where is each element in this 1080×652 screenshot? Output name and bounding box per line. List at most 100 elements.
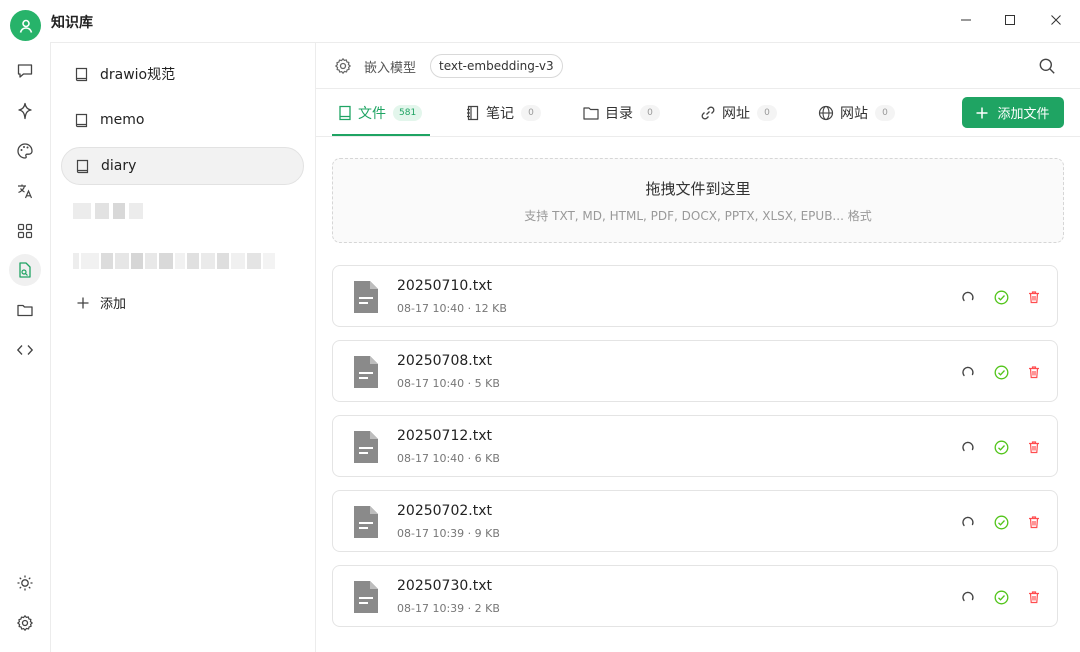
drop-zone-subtitle: 支持 TXT, MD, HTML, PDF, DOCX, PPTX, XLSX,…: [524, 209, 872, 223]
trash-icon: [1029, 441, 1039, 454]
nav-files[interactable]: [9, 294, 41, 326]
minimize-icon: [961, 19, 971, 21]
nav-chat[interactable]: [9, 55, 41, 87]
text-file-icon: [354, 581, 378, 613]
add-file-label: 添加文件: [997, 107, 1050, 122]
status-success-button[interactable]: [992, 288, 1010, 306]
nav-paint[interactable]: [9, 135, 41, 167]
file-card[interactable]: 20250708.txt 08-17 10:40 · 5 KB: [332, 340, 1058, 402]
file-meta: 08-17 10:40 · 6 KB: [397, 452, 500, 465]
check-circle-icon: [994, 590, 1008, 604]
delete-button[interactable]: [1025, 513, 1043, 531]
add-file-button[interactable]: 添加文件: [962, 97, 1064, 128]
refresh-button[interactable]: [959, 513, 977, 531]
refresh-button[interactable]: [959, 288, 977, 306]
sun-icon: [17, 575, 33, 591]
avatar[interactable]: [10, 10, 41, 41]
file-meta: 08-17 10:40 · 12 KB: [397, 302, 507, 315]
refresh-button[interactable]: [959, 438, 977, 456]
search-icon[interactable]: [1038, 57, 1056, 75]
delete-button[interactable]: [1025, 363, 1043, 381]
status-success-button[interactable]: [992, 363, 1010, 381]
delete-button[interactable]: [1025, 288, 1043, 306]
tab-count-badge: 0: [640, 105, 660, 121]
tab-label: 笔记: [486, 106, 514, 122]
text-file-icon: [354, 431, 378, 463]
file-drop-zone[interactable]: 拖拽文件到这里 支持 TXT, MD, HTML, PDF, DOCX, PPT…: [332, 158, 1064, 243]
notebook-icon: [466, 105, 480, 121]
settings-button[interactable]: [9, 607, 41, 639]
kb-item-label: memo: [100, 112, 145, 128]
kb-item-diary[interactable]: diary: [61, 147, 304, 185]
status-success-button[interactable]: [992, 588, 1010, 606]
nav-code[interactable]: [9, 334, 41, 366]
close-button[interactable]: [1043, 7, 1069, 33]
trash-icon: [1029, 591, 1039, 604]
refresh-icon: [962, 591, 974, 602]
folder-icon: [17, 304, 33, 317]
tab-files[interactable]: 文件 581: [338, 89, 423, 137]
tab-count-badge: 581: [393, 105, 423, 121]
trash-icon: [1029, 366, 1039, 379]
app-window: 知识库 drawio规范 memo diary 添加 嵌入模型 text-emb…: [0, 0, 1080, 652]
active-tab-indicator: [332, 134, 430, 136]
user-icon: [19, 19, 32, 33]
kb-item-redacted[interactable]: [73, 203, 143, 219]
check-circle-icon: [994, 440, 1008, 454]
refresh-button[interactable]: [959, 363, 977, 381]
nav-translate[interactable]: [9, 175, 41, 207]
tab-urls[interactable]: 网址 0: [700, 89, 777, 137]
refresh-icon: [962, 441, 974, 452]
kb-item-drawio[interactable]: drawio规范: [61, 55, 304, 93]
kb-item-label: drawio规范: [100, 67, 176, 83]
maximize-icon: [1005, 15, 1015, 25]
kb-item-redacted[interactable]: [73, 253, 275, 269]
palette-icon: [17, 143, 33, 159]
book-icon: [75, 112, 89, 128]
tab-label: 文件: [358, 106, 386, 122]
nav-knowledge[interactable]: [9, 254, 41, 286]
delete-button[interactable]: [1025, 438, 1043, 456]
file-name: 20250708.txt: [397, 353, 492, 369]
tab-notes[interactable]: 笔记 0: [466, 89, 541, 137]
sparkle-icon: [18, 102, 32, 120]
tab-label: 网址: [722, 106, 750, 122]
app-title: 知识库: [51, 15, 93, 31]
file-name: 20250730.txt: [397, 578, 492, 594]
tab-directories[interactable]: 目录 0: [583, 89, 660, 137]
refresh-icon: [962, 516, 974, 527]
nav-assistant[interactable]: [9, 95, 41, 127]
file-card[interactable]: 20250730.txt 08-17 10:39 · 2 KB: [332, 565, 1058, 627]
file-icon: [338, 105, 352, 121]
tab-websites[interactable]: 网站 0: [818, 89, 895, 137]
check-circle-icon: [994, 515, 1008, 529]
file-card[interactable]: 20250702.txt 08-17 10:39 · 9 KB: [332, 490, 1058, 552]
refresh-button[interactable]: [959, 588, 977, 606]
delete-button[interactable]: [1025, 588, 1043, 606]
maximize-button[interactable]: [997, 7, 1023, 33]
knowledge-file-icon: [19, 262, 31, 278]
theme-toggle[interactable]: [9, 567, 41, 599]
book-icon: [75, 66, 89, 82]
knowledge-base-list: drawio规范 memo diary 添加: [51, 42, 316, 652]
embedding-model-chip[interactable]: text-embedding-v3: [430, 54, 563, 78]
settings-icon[interactable]: [334, 57, 352, 75]
status-success-button[interactable]: [992, 513, 1010, 531]
kb-item-memo[interactable]: memo: [61, 101, 304, 139]
drop-zone-title: 拖拽文件到这里: [645, 180, 751, 198]
tab-count-badge: 0: [757, 105, 777, 121]
file-meta: 08-17 10:40 · 5 KB: [397, 377, 500, 390]
translate-icon: [18, 184, 33, 199]
status-success-button[interactable]: [992, 438, 1010, 456]
check-circle-icon: [994, 365, 1008, 379]
nav-apps[interactable]: [9, 215, 41, 247]
add-knowledge-base-button[interactable]: 添加: [76, 293, 126, 312]
book-icon: [76, 158, 90, 174]
file-card[interactable]: 20250712.txt 08-17 10:40 · 6 KB: [332, 415, 1058, 477]
code-icon: [16, 345, 34, 355]
file-card[interactable]: 20250710.txt 08-17 10:40 · 12 KB: [332, 265, 1058, 327]
tab-count-badge: 0: [521, 105, 541, 121]
minimize-button[interactable]: [953, 7, 979, 33]
check-circle-icon: [994, 290, 1008, 304]
plus-icon: [77, 297, 89, 308]
